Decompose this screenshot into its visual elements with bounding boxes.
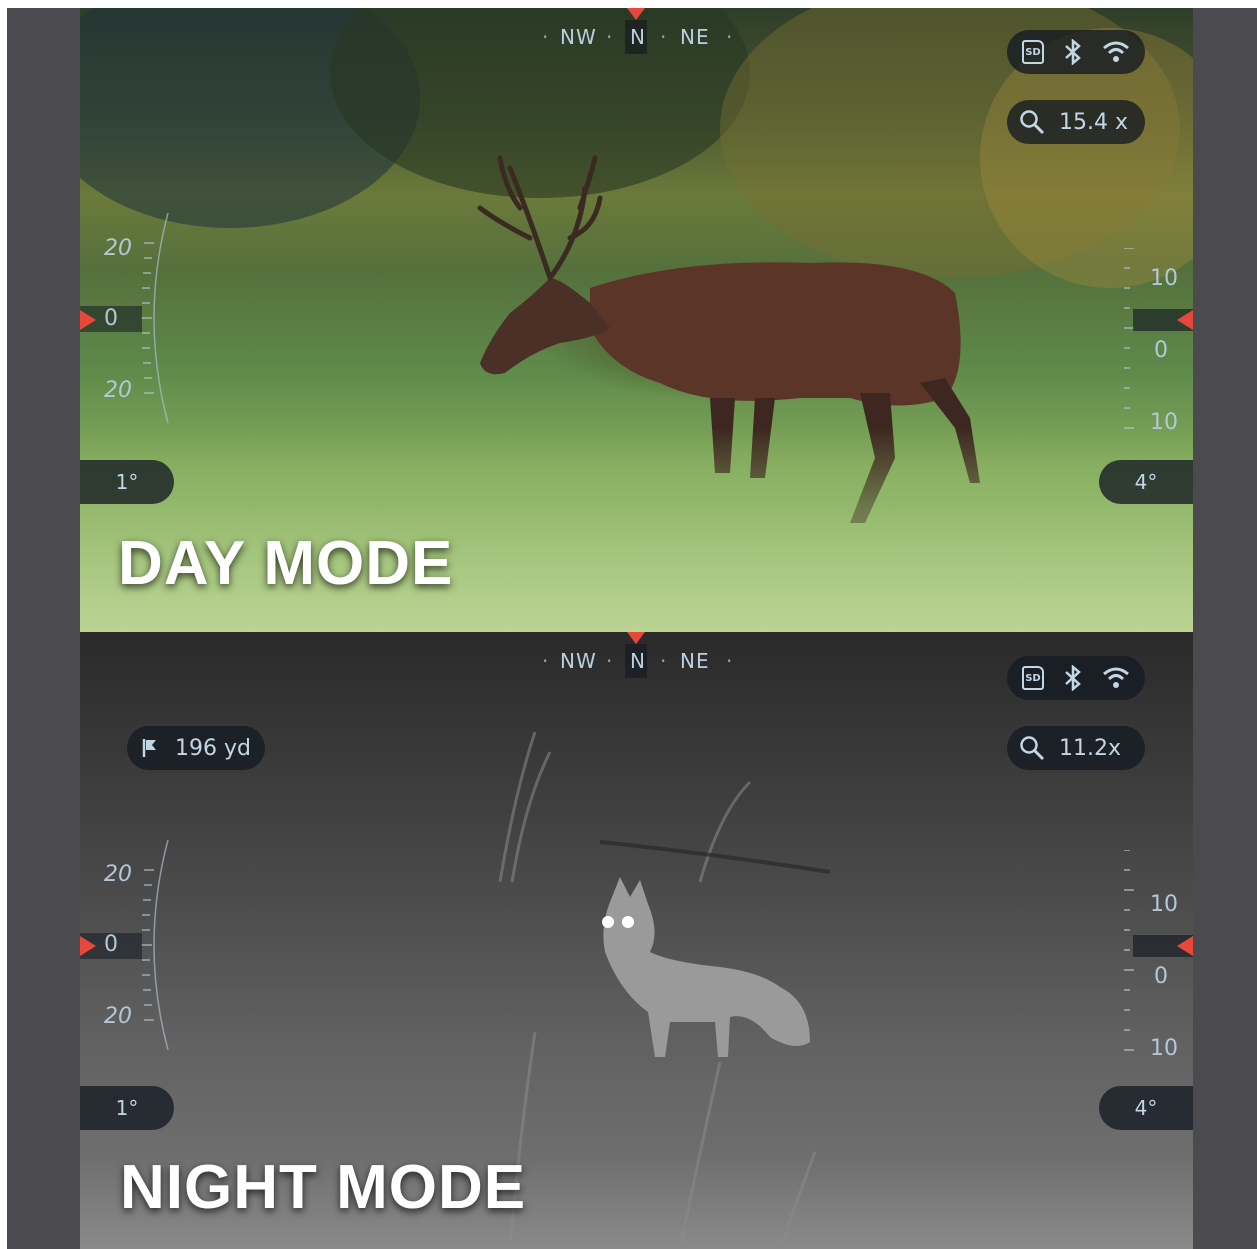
day-mode-title: DAY MODE [118, 529, 454, 598]
left-scale-top: 20 [104, 862, 132, 887]
sd-card-icon: SD [1022, 666, 1044, 690]
right-angle-value: 4° [1134, 1096, 1158, 1120]
compass-north-marker [627, 8, 645, 20]
status-indicators: SD [1007, 30, 1145, 74]
day-mode-view: · NW · N · NE · SD 15.4 x 20 0 20 10 0 1… [80, 8, 1193, 632]
compass-nw-label: NW [560, 25, 597, 49]
compass-dot: · [726, 25, 734, 49]
compass-n-label: N [630, 649, 646, 673]
wifi-icon [1103, 667, 1129, 688]
compass-dot: · [606, 649, 614, 673]
range-value: 196 yd [175, 735, 251, 761]
left-scale-bottom: 20 [104, 1004, 132, 1029]
left-angle-value: 1° [115, 470, 139, 494]
left-tilt-marker [80, 936, 96, 956]
bluetooth-icon [1065, 665, 1081, 691]
compass-dot: · [726, 649, 734, 673]
right-scale-top: 10 [1150, 266, 1178, 291]
compass-n-label: N [630, 25, 646, 49]
fox-illustration [602, 877, 810, 1057]
night-mode-title: NIGHT MODE [120, 1153, 527, 1222]
status-indicators: SD [1007, 656, 1145, 700]
zoom-value: 11.2x [1059, 735, 1122, 761]
right-scale-bottom: 10 [1150, 1036, 1178, 1061]
compass-dot: · [606, 25, 614, 49]
right-angle-value: 4° [1134, 470, 1158, 494]
sd-card-icon: SD [1022, 40, 1044, 64]
right-angle-readout: 4° [1099, 460, 1193, 504]
wifi-icon [1103, 41, 1129, 62]
zoom-readout[interactable]: 11.2x [1007, 726, 1145, 770]
right-cant-marker [1177, 310, 1193, 330]
compass-north-marker [627, 632, 645, 644]
zoom-readout[interactable]: 15.4 x [1007, 100, 1145, 144]
zoom-value: 15.4 x [1059, 109, 1128, 135]
left-angle-value: 1° [115, 1096, 139, 1120]
compass-dot: · [660, 649, 668, 673]
left-angle-readout: 1° [80, 1086, 174, 1130]
range-readout[interactable]: 196 yd [127, 726, 265, 770]
magnifier-icon [1020, 110, 1045, 135]
magnifier-icon [1020, 736, 1045, 761]
left-scale-top: 20 [104, 236, 132, 261]
right-cant-scale [1124, 248, 1134, 429]
left-scale-mid: 0 [104, 306, 118, 331]
right-cant-marker [1177, 936, 1193, 956]
flag-icon [142, 739, 156, 757]
right-angle-readout: 4° [1099, 1086, 1193, 1130]
compass-nw-label: NW [560, 649, 597, 673]
left-angle-readout: 1° [80, 460, 174, 504]
right-scale-top: 10 [1150, 892, 1178, 917]
left-scale-mid: 0 [104, 932, 118, 957]
compass-ne-label: NE [680, 649, 710, 673]
compass-dot: · [660, 25, 668, 49]
compass-dot: · [542, 649, 550, 673]
right-scale-mid: 0 [1154, 964, 1168, 989]
left-tilt-marker [80, 310, 96, 330]
compass-dot: · [542, 25, 550, 49]
right-scale-bottom: 10 [1150, 410, 1178, 435]
bluetooth-icon [1065, 39, 1081, 65]
right-scale-mid: 0 [1154, 338, 1168, 363]
left-scale-bottom: 20 [104, 378, 132, 403]
compass-ne-label: NE [680, 25, 710, 49]
night-mode-view: · NW · N · NE · SD 196 yd 11.2x 20 0 20 … [80, 632, 1193, 1249]
